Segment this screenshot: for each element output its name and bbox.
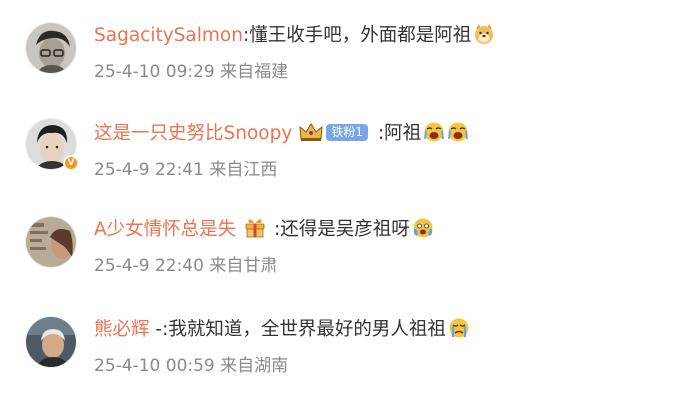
verified-badge-icon: V xyxy=(63,155,79,171)
separator: : xyxy=(371,123,385,144)
username-link[interactable]: SagacitySalmon xyxy=(94,25,243,46)
crown-icon xyxy=(299,123,323,141)
tearful-emoji xyxy=(449,318,469,338)
avatar[interactable] xyxy=(25,22,77,74)
comment-text: 懂王收手吧，外面都是阿祖 xyxy=(249,25,472,46)
comment-list: SagacitySalmon:懂王收手吧，外面都是阿祖 25-4-10 09:2… xyxy=(0,0,690,402)
comment-item: 熊必辉 -:我就知道，全世界最好的男人祖祖 25-4-10 00:59 来自湖南 xyxy=(0,294,690,390)
username-link[interactable]: 熊必辉 xyxy=(94,319,150,340)
comment-line: 熊必辉 -:我就知道，全世界最好的男人祖祖 xyxy=(94,316,470,344)
gift-box-icon xyxy=(245,219,265,238)
username-link[interactable]: 这是一只史努比Snoopy xyxy=(94,123,292,144)
comment-time: 25-4-10 09:29 xyxy=(94,62,215,82)
comment-text: 阿祖 xyxy=(384,123,422,144)
crying-emoji xyxy=(424,122,445,142)
doge-emoji xyxy=(475,24,494,44)
fan-level-badge: 铁粉1 xyxy=(326,124,368,141)
comment-line: SagacitySalmon:懂王收手吧，外面都是阿祖 xyxy=(94,22,495,50)
comment-line: A少女情怀总是失 :还得是吴彦祖呀 xyxy=(94,216,434,244)
comment-line: 这是一只史努比Snoopy 铁粉1 :阿祖 xyxy=(94,120,469,148)
comment-meta: 25-4-9 22:40 来自甘肃 xyxy=(94,254,277,278)
separator: : xyxy=(268,219,281,240)
comment-item: SagacitySalmon:懂王收手吧，外面都是阿祖 25-4-10 09:2… xyxy=(0,0,690,96)
comment-time: 25-4-10 00:59 xyxy=(94,356,215,376)
comment-location: 来自福建 xyxy=(220,62,289,82)
comment-location: 来自江西 xyxy=(209,160,278,180)
crying-emoji xyxy=(448,122,469,142)
avatar[interactable] xyxy=(25,316,77,368)
comment-text: 我就知道，全世界最好的男人祖祖 xyxy=(168,319,446,340)
comment-time: 25-4-9 22:41 xyxy=(94,160,204,180)
comment-meta: 25-4-10 00:59 来自湖南 xyxy=(94,354,288,378)
comment-item: V 这是一只史努比Snoopy 铁粉1 :阿祖 25-4-9 22:41 来自江… xyxy=(0,96,690,192)
comment-location: 来自甘肃 xyxy=(209,256,278,276)
avatar[interactable] xyxy=(25,216,77,268)
comment-meta: 25-4-10 09:29 来自福建 xyxy=(94,60,288,84)
comment-text: 还得是吴彦祖呀 xyxy=(280,219,410,240)
separator: -: xyxy=(149,319,169,340)
comment-time: 25-4-9 22:40 xyxy=(94,256,204,276)
username-link[interactable]: A少女情怀总是失 xyxy=(94,219,236,240)
crying-scared-emoji xyxy=(413,218,433,238)
comment-item: A少女情怀总是失 :还得是吴彦祖呀 25-4-9 22:40 来自甘肃 xyxy=(0,194,690,290)
comment-location: 来自湖南 xyxy=(220,356,289,376)
comment-meta: 25-4-9 22:41 来自江西 xyxy=(94,158,277,182)
